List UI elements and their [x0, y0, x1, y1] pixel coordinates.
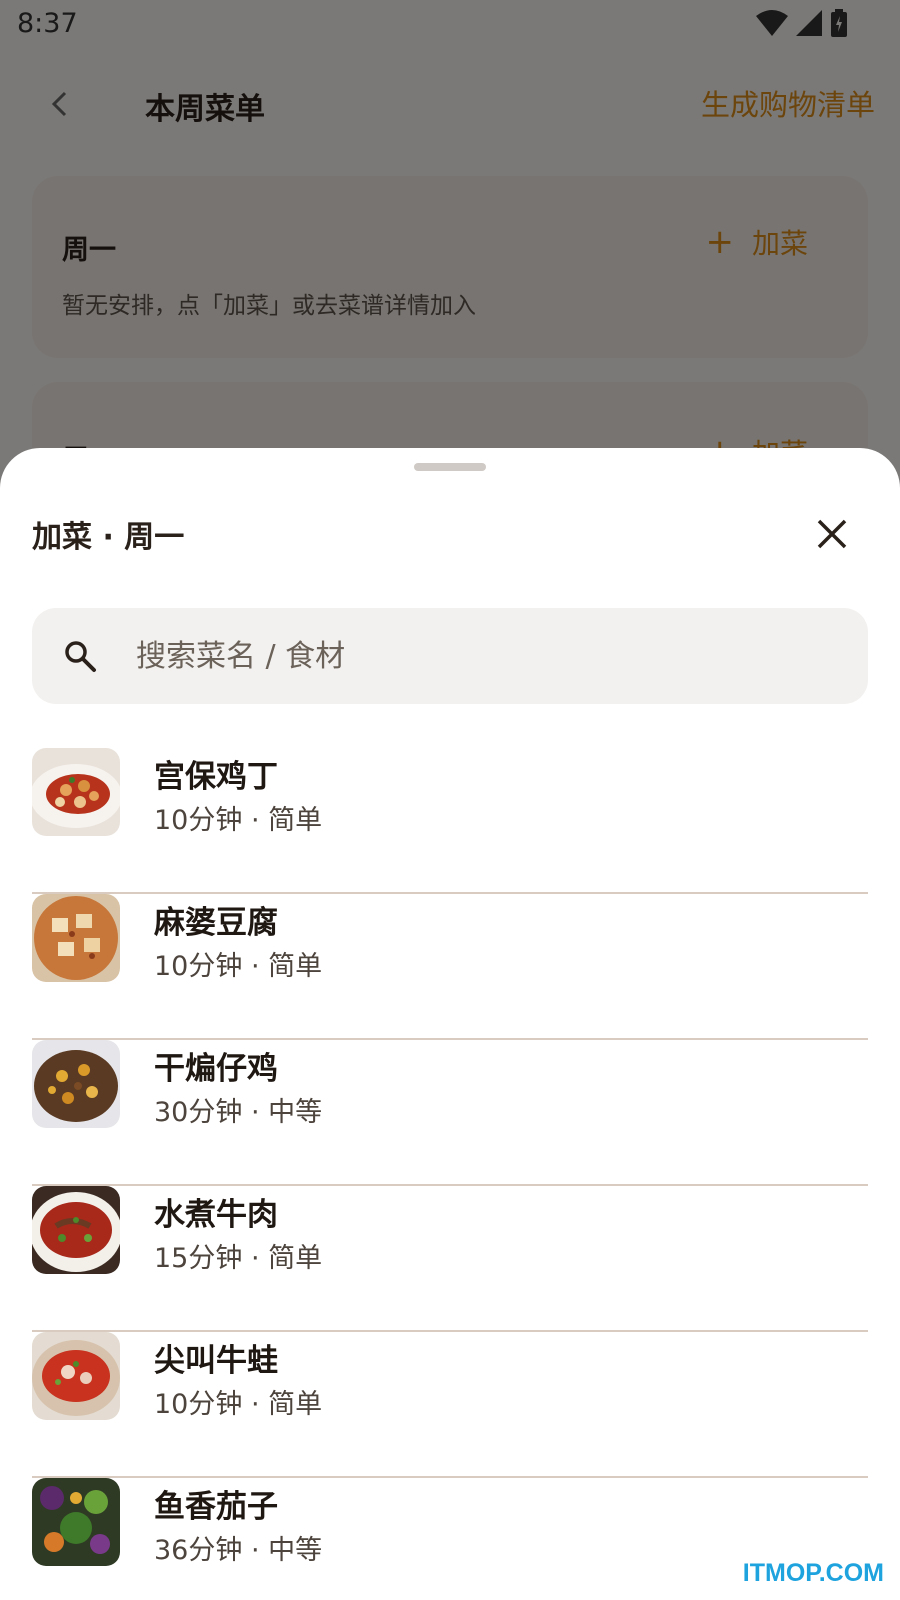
- recipe-thumbnail: [32, 894, 120, 982]
- sheet-title: 加菜 · 周一: [32, 520, 185, 555]
- recipe-meta: 30分钟 · 中等: [154, 1097, 323, 1128]
- add-dish-sheet: 加菜 · 周一 宫保鸡丁 10分钟 · 简单 麻婆豆腐 10分钟 · 简单 干煸…: [0, 448, 900, 1600]
- recipe-item[interactable]: 尖叫牛蛙 10分钟 · 简单: [32, 1332, 868, 1478]
- recipe-thumbnail: [32, 1332, 120, 1420]
- recipe-meta: 10分钟 · 简单: [154, 951, 323, 982]
- recipe-name: 干煸仔鸡: [154, 1051, 278, 1087]
- close-icon: [817, 519, 847, 549]
- recipe-thumbnail: [32, 1478, 120, 1566]
- recipe-name: 鱼香茄子: [154, 1489, 278, 1525]
- search-box: [32, 608, 868, 704]
- recipe-name: 麻婆豆腐: [154, 905, 278, 941]
- recipe-thumbnail: [32, 1186, 120, 1274]
- recipe-list: 宫保鸡丁 10分钟 · 简单 麻婆豆腐 10分钟 · 简单 干煸仔鸡 30分钟 …: [32, 748, 868, 1600]
- recipe-meta: 15分钟 · 简单: [154, 1243, 323, 1274]
- watermark: ITMOP.COM: [742, 1559, 884, 1587]
- recipe-name: 宫保鸡丁: [154, 759, 278, 795]
- recipe-item[interactable]: 水煮牛肉 15分钟 · 简单: [32, 1186, 868, 1332]
- recipe-meta: 10分钟 · 简单: [154, 1389, 323, 1420]
- recipe-item[interactable]: 麻婆豆腐 10分钟 · 简单: [32, 894, 868, 1040]
- recipe-name: 水煮牛肉: [154, 1197, 278, 1233]
- recipe-item[interactable]: 宫保鸡丁 10分钟 · 简单: [32, 748, 868, 894]
- search-icon: [65, 641, 96, 672]
- recipe-meta: 36分钟 · 中等: [154, 1535, 323, 1566]
- drag-handle[interactable]: [414, 463, 486, 471]
- close-button[interactable]: [808, 510, 856, 558]
- recipe-name: 尖叫牛蛙: [154, 1343, 278, 1379]
- recipe-meta: 10分钟 · 简单: [154, 805, 323, 836]
- recipe-thumbnail: [32, 1040, 120, 1128]
- recipe-thumbnail: [32, 748, 120, 836]
- recipe-item[interactable]: 干煸仔鸡 30分钟 · 中等: [32, 1040, 868, 1186]
- search-input[interactable]: [136, 626, 836, 686]
